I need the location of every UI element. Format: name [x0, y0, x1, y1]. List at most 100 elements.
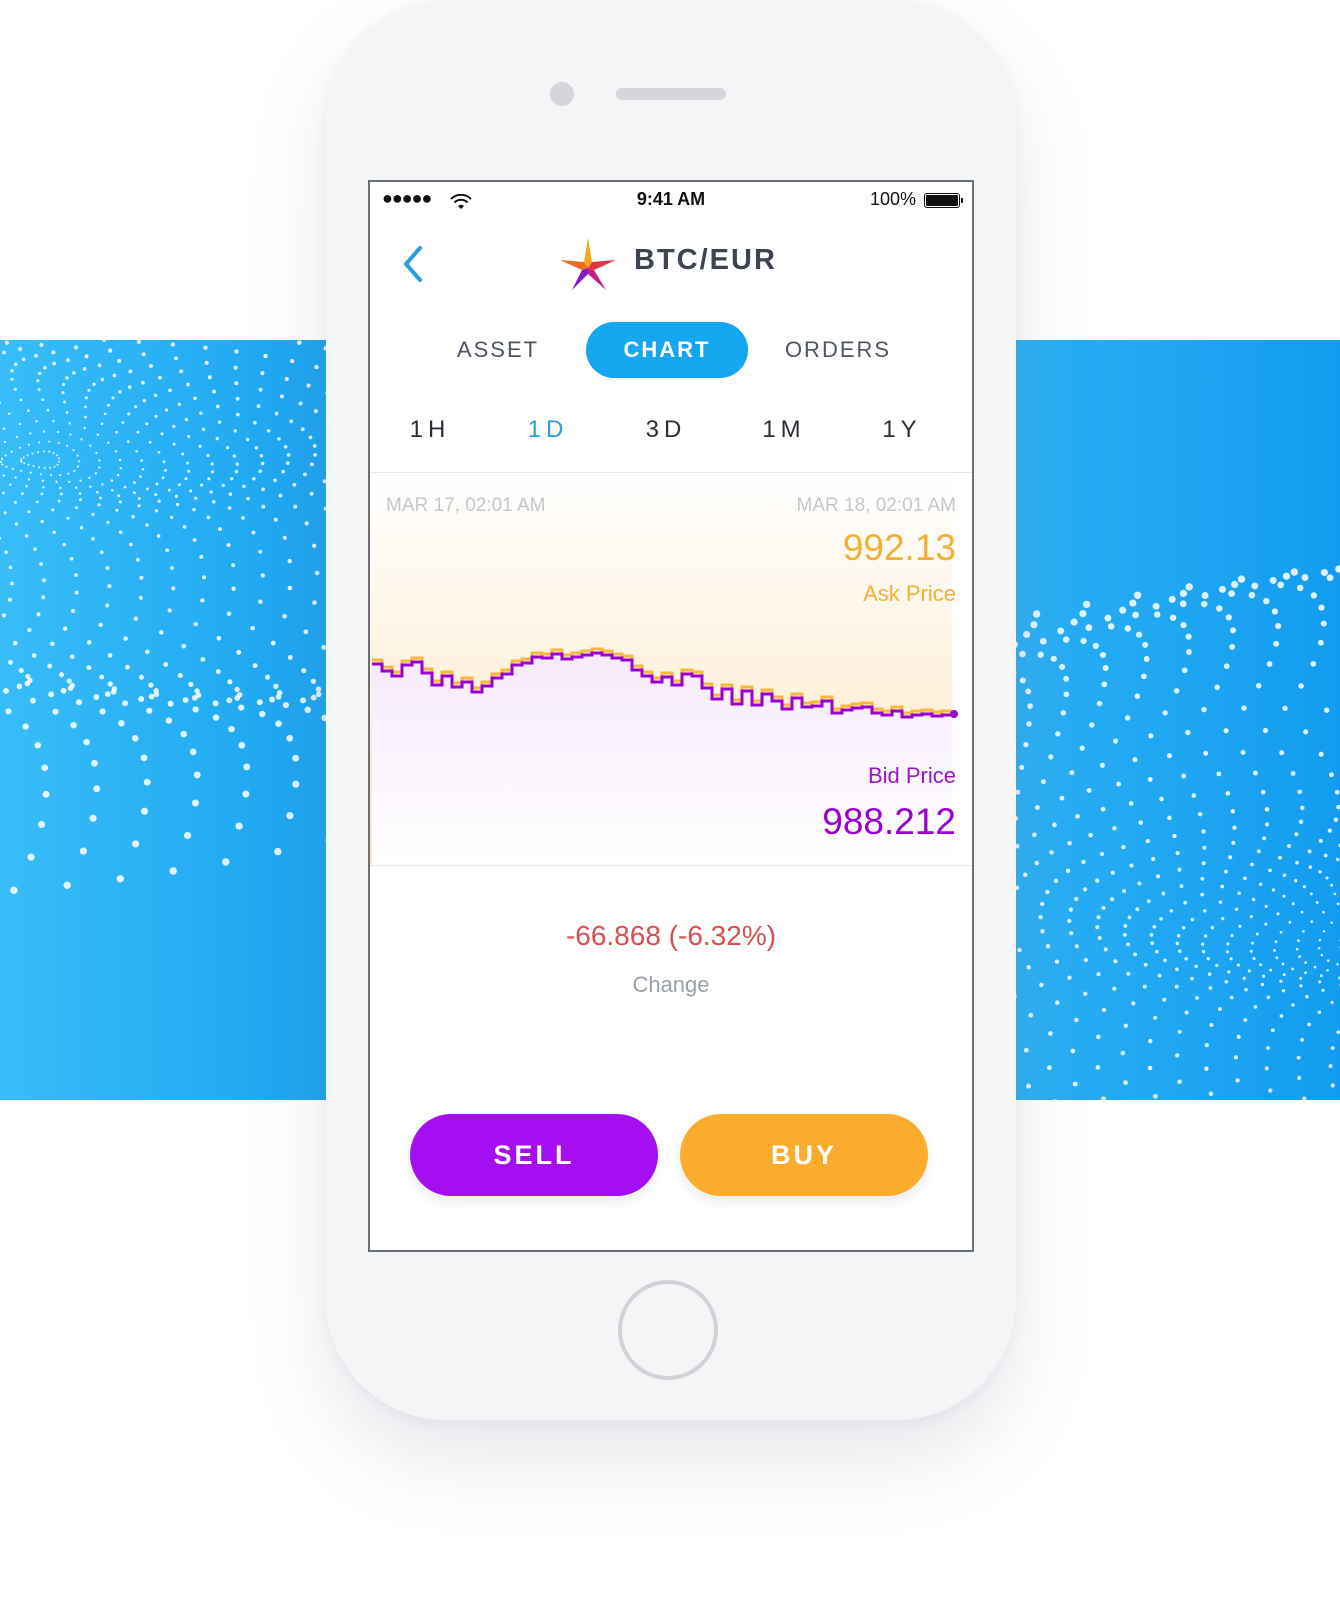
- decorative-dot: [16, 683, 23, 690]
- decorative-dot: [93, 785, 101, 793]
- range-1m[interactable]: 1M: [734, 404, 834, 456]
- decorative-dot: [1233, 1055, 1238, 1060]
- range-3d[interactable]: 3D: [616, 404, 716, 456]
- decorative-dot: [76, 465, 80, 468]
- decorative-dot: [202, 575, 207, 580]
- range-1y[interactable]: 1Y: [852, 404, 952, 456]
- decorative-dot: [258, 599, 263, 604]
- decorative-dot: [1304, 961, 1307, 964]
- decorative-dot: [1223, 663, 1230, 670]
- decorative-dot: [1231, 840, 1236, 845]
- decorative-dot: [292, 482, 297, 487]
- decorative-dot: [1034, 805, 1040, 811]
- decorative-dot: [7, 412, 11, 416]
- decorative-dot: [192, 706, 199, 713]
- decorative-dot: [1126, 942, 1131, 947]
- tab-chart[interactable]: CHART: [586, 322, 748, 378]
- decorative-dot: [51, 350, 56, 355]
- decorative-dot: [163, 661, 169, 667]
- decorative-dot: [1281, 962, 1285, 966]
- decorative-dot: [1025, 688, 1032, 695]
- decorative-dot: [1028, 1012, 1034, 1018]
- decorative-dot: [1037, 651, 1044, 658]
- range-1h[interactable]: 1H: [380, 404, 480, 456]
- decorative-dot: [1207, 972, 1212, 976]
- decorative-dot: [1086, 787, 1092, 793]
- decorative-dot: [1295, 860, 1299, 865]
- decorative-dot: [2, 350, 7, 355]
- decorative-dot: [1177, 1079, 1182, 1084]
- decorative-dot: [119, 466, 123, 470]
- decorative-dot: [118, 720, 125, 727]
- decorative-dot: [192, 507, 196, 512]
- decorative-dot: [245, 437, 250, 442]
- decorative-dot: [1226, 942, 1230, 946]
- decorative-dot: [142, 399, 146, 403]
- buy-button[interactable]: BUY: [680, 1114, 928, 1196]
- decorative-dot: [32, 465, 35, 467]
- decorative-dot: [1045, 889, 1050, 895]
- decorative-dot: [1252, 957, 1256, 961]
- decorative-dot: [1039, 982, 1044, 988]
- decorative-dot: [1202, 845, 1207, 850]
- decorative-dot: [186, 461, 190, 465]
- decorative-dot: [10, 886, 18, 895]
- decorative-dot: [1080, 637, 1087, 645]
- decorative-dot: [1273, 640, 1280, 647]
- decorative-dot: [121, 700, 129, 707]
- decorative-dot: [169, 867, 177, 875]
- decorative-dot: [10, 581, 14, 586]
- decorative-dot: [128, 369, 133, 374]
- decorative-dot: [233, 429, 238, 433]
- decorative-dot: [242, 484, 246, 489]
- decorative-dot: [1268, 1088, 1273, 1093]
- decorative-dot: [1247, 969, 1251, 973]
- decorative-dot: [36, 612, 41, 617]
- decorative-dot: [1279, 1014, 1284, 1018]
- decorative-dot: [1113, 959, 1118, 964]
- decorative-dot: [127, 385, 132, 389]
- decorative-dot: [1072, 1081, 1078, 1087]
- decorative-dot: [1335, 857, 1340, 862]
- decorative-dot: [235, 822, 243, 830]
- price-chart[interactable]: MAR 17, 02:01 AM MAR 18, 02:01 AM 992.13…: [370, 472, 972, 866]
- decorative-dot: [79, 526, 84, 530]
- decorative-dot: [60, 492, 63, 496]
- decorative-dot: [193, 771, 201, 779]
- decorative-dot: [1317, 946, 1321, 950]
- decorative-dot: [1318, 604, 1325, 611]
- decorative-dot: [231, 586, 236, 591]
- decorative-dot: [123, 636, 128, 641]
- decorative-dot: [1287, 844, 1292, 848]
- decorative-dot: [1110, 897, 1115, 902]
- decorative-dot: [1162, 710, 1168, 716]
- decorative-dot: [1190, 917, 1195, 922]
- decorative-dot: [43, 466, 46, 469]
- decorative-dot: [1202, 909, 1207, 913]
- decorative-dot: [269, 696, 276, 703]
- decorative-dot: [34, 353, 38, 358]
- decorative-dot: [75, 506, 78, 510]
- decorative-dot: [199, 554, 204, 559]
- decorative-dot: [1221, 916, 1225, 921]
- decorative-dot: [258, 549, 263, 554]
- home-button[interactable]: [618, 1280, 718, 1380]
- decorative-dot: [184, 477, 188, 481]
- decorative-dot: [1153, 1015, 1158, 1020]
- decorative-dot: [230, 477, 234, 481]
- sell-button[interactable]: SELL: [410, 1114, 658, 1196]
- decorative-dot: [1230, 809, 1236, 814]
- decorative-dot: [63, 400, 66, 404]
- range-1d[interactable]: 1D: [498, 404, 598, 456]
- chevron-left-icon[interactable]: [396, 240, 432, 288]
- decorative-dot: [21, 492, 24, 495]
- decorative-dot: [1121, 844, 1126, 850]
- tab-orders[interactable]: ORDERS: [762, 322, 914, 378]
- decorative-dot: [1324, 707, 1330, 713]
- decorative-dot: [1224, 869, 1228, 874]
- decorative-dot: [78, 492, 82, 495]
- tab-asset[interactable]: ASSET: [432, 322, 564, 378]
- decorative-dot: [177, 402, 182, 406]
- decorative-dot: [107, 653, 113, 658]
- decorative-dot: [191, 694, 198, 701]
